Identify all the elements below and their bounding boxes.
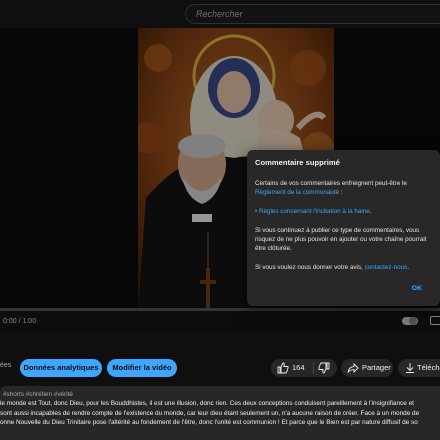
- search-box[interactable]: Rechercher: [185, 4, 440, 24]
- dialog-paragraph-feedback: Si vous voulez nous donner votre avis, c…: [255, 263, 432, 272]
- ok-button[interactable]: OK: [412, 285, 422, 292]
- contact-us-link[interactable]: contactez-nous: [365, 264, 408, 271]
- dialog-policy-tail: :: [339, 189, 343, 196]
- like-divider: [313, 362, 314, 374]
- thumbs-down-icon[interactable]: [318, 362, 330, 374]
- share-button[interactable]: Partager: [341, 359, 393, 377]
- analytics-button[interactable]: Données analytiques: [20, 359, 102, 377]
- thumbs-up-icon[interactable]: [277, 362, 289, 374]
- description-box[interactable]: #shorts #chrétien #vérité le monde est T…: [0, 386, 440, 440]
- dialog-feedback-text: Si vous voulez nous donner votre avis,: [255, 264, 365, 271]
- like-count: 164: [292, 363, 305, 372]
- subtitles-icon[interactable]: [430, 316, 440, 325]
- description-line-1: le monde est Tout, donc Dieu, pour les B…: [0, 400, 414, 407]
- dialog-paragraph-policy: Certains de vos commentaires enfreignent…: [255, 179, 432, 197]
- search-input[interactable]: Rechercher: [196, 9, 243, 19]
- download-button[interactable]: Téléchar: [398, 359, 440, 377]
- dialog-feedback-tail: .: [407, 264, 410, 271]
- download-icon: [406, 363, 414, 373]
- hashtags[interactable]: #shorts #chrétien #vérité: [3, 390, 440, 399]
- dialog-title: Commentaire supprimé: [255, 158, 340, 167]
- share-label: Partager: [362, 363, 391, 372]
- comment-removed-dialog: Commentaire supprimé Certains de vos com…: [247, 150, 440, 306]
- description-line-3: onne Nouvelle du Dieu Trinitaire pose l'…: [0, 419, 418, 427]
- like-dislike-group: 164: [271, 359, 337, 377]
- timecode: 0:00 / 1:00: [3, 318, 37, 325]
- player-controls: 0:00 / 1:00: [0, 308, 440, 332]
- dialog-rule-tail: .: [369, 208, 372, 215]
- download-label: Téléchar: [417, 363, 440, 372]
- progress-bar[interactable]: [0, 308, 440, 311]
- community-guidelines-link[interactable]: Règlement de la communauté: [255, 189, 339, 196]
- edit-video-button[interactable]: Modifier la vidéo: [107, 359, 177, 377]
- share-arrow-icon: [347, 362, 359, 374]
- autoplay-toggle[interactable]: [402, 317, 418, 325]
- action-bar: ées Données analytiques Modifier la vidé…: [0, 354, 440, 382]
- dialog-paragraph-rule: • Règles concernant l'incitation à la ha…: [255, 207, 432, 216]
- truncated-label: ées: [0, 362, 12, 369]
- hate-speech-policy-link[interactable]: • Règles concernant l'incitation à la ha…: [255, 208, 370, 215]
- dialog-policy-text: Certains de vos commentaires enfreignent…: [255, 180, 407, 187]
- description-line-2: sont aussi incapables de rendre compte d…: [0, 409, 420, 417]
- top-bar: Rechercher: [0, 0, 440, 28]
- dialog-paragraph-warning: Si vous continuez à publier ce type de c…: [255, 227, 427, 252]
